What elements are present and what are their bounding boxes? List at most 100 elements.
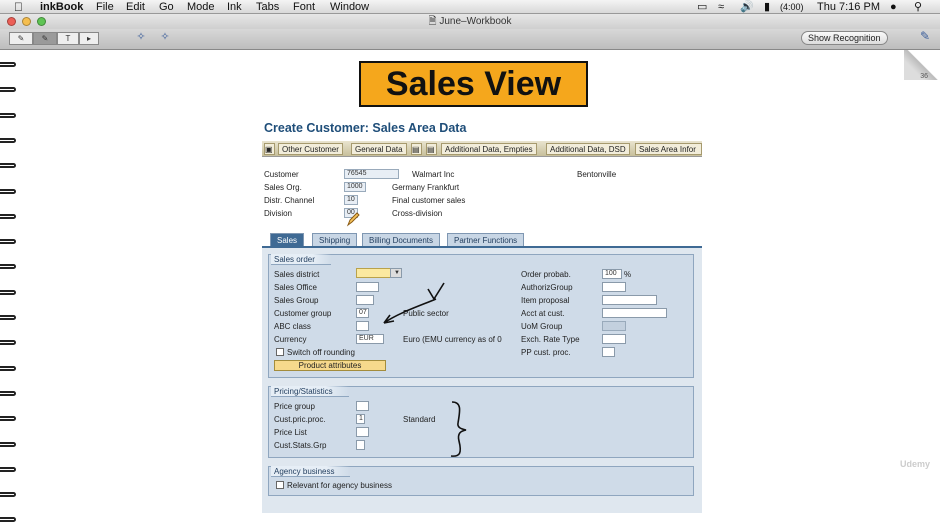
product-attributes-button[interactable]: Product attributes [274, 360, 386, 371]
menu-edit[interactable]: Edit [126, 0, 145, 14]
close-window-button[interactable] [7, 17, 16, 26]
additional-data-dsd-button[interactable]: Additional Data, DSD [546, 143, 630, 155]
relevant-for-agency-business-checkbox[interactable] [276, 481, 284, 489]
cust-stats-grp-field[interactable] [356, 440, 365, 450]
abc-class-field[interactable] [356, 321, 369, 331]
airplay-icon[interactable]: ▭ [697, 0, 707, 14]
price-group-label: Price group [274, 402, 315, 411]
text-tool-button[interactable]: T [57, 32, 79, 45]
tab-content-sales: Sales order Sales district ▼ Sales Offic… [262, 246, 702, 513]
sales-district-label: Sales district [274, 270, 320, 279]
document-icon[interactable]: ▤ [426, 143, 437, 155]
general-data-button[interactable]: General Data [351, 143, 407, 155]
customer-group-field[interactable]: 07 [356, 308, 369, 318]
cust-pric-proc-text: Standard [403, 415, 436, 424]
sales-view-banner: Sales View [359, 61, 588, 107]
binder-ring [0, 112, 16, 118]
volume-icon[interactable]: 🔊 [740, 0, 754, 14]
tab-sales[interactable]: Sales [270, 233, 305, 246]
item-proposal-field[interactable] [602, 295, 657, 305]
sales-org-field[interactable]: 1000 [344, 182, 366, 192]
binder-ring [0, 87, 16, 93]
authoriz-group-field[interactable] [602, 282, 626, 292]
binder-ring [0, 213, 16, 219]
exch-rate-type-label: Exch. Rate Type [521, 335, 580, 344]
tab-partner-functions[interactable]: Partner Functions [447, 233, 525, 246]
sales-org-text: Germany Frankfurt [392, 183, 460, 192]
change-icon[interactable]: ▣ [264, 143, 275, 155]
division-label: Division [264, 209, 293, 218]
minimize-window-button[interactable] [22, 17, 31, 26]
document-icon: 🗎 [428, 16, 437, 27]
pencil-cursor-icon [346, 212, 360, 227]
sales-order-group: Sales order Sales district ▼ Sales Offic… [268, 254, 694, 378]
watermark: Udemy [900, 459, 931, 469]
price-list-field[interactable] [356, 427, 369, 437]
show-recognition-button[interactable]: Show Recognition [801, 31, 888, 45]
pp-cust-proc-field[interactable] [602, 347, 615, 357]
customer-field[interactable]: 76545 [344, 169, 399, 179]
page-number: 36 [920, 73, 928, 80]
save-icon[interactable]: ▤ [411, 143, 422, 155]
binder-ring [0, 390, 16, 396]
menu-tabs[interactable]: Tabs [256, 0, 279, 14]
menu-window[interactable]: Window [330, 0, 369, 14]
menu-mode[interactable]: Mode [187, 0, 215, 14]
exch-rate-type-field[interactable] [602, 334, 626, 344]
currency-text: Euro (EMU currency as of 0 [403, 335, 502, 344]
sap-screen: Create Customer: Sales Area Data ▣ Other… [262, 119, 702, 513]
spotlight-icon[interactable]: ⚲ [914, 0, 922, 14]
binder-ring [0, 466, 16, 472]
currency-field[interactable]: EUR [356, 334, 384, 344]
uom-group-label: UoM Group [521, 322, 563, 331]
ink-settings-icon[interactable]: ✎ [917, 30, 933, 44]
distr-channel-field[interactable]: 10 [344, 195, 358, 205]
zoom-window-button[interactable] [37, 17, 46, 26]
sales-district-dropdown-icon[interactable]: ▼ [390, 268, 402, 278]
apple-icon[interactable]:  [14, 0, 23, 14]
additional-data-empties-button[interactable]: Additional Data, Empties [441, 143, 537, 155]
order-probab-unit: % [624, 270, 632, 279]
highlighter-tool-button[interactable]: ✎ [33, 32, 57, 45]
user-icon[interactable]: ● [890, 0, 897, 14]
binder-ring [0, 137, 16, 143]
binder-ring [0, 239, 16, 245]
order-probab-field[interactable]: 100 [602, 269, 622, 279]
order-probab-label: Order probab. [521, 270, 571, 279]
price-group-field[interactable] [356, 401, 369, 411]
switch-off-rounding-checkbox[interactable] [276, 348, 284, 356]
menu-go[interactable]: Go [159, 0, 174, 14]
sales-area-info-button[interactable]: Sales Area Infor [635, 143, 702, 155]
cust-pric-proc-field[interactable]: 1 [356, 414, 365, 424]
tab-billing-documents[interactable]: Billing Documents [362, 233, 441, 246]
price-list-label: Price List [274, 428, 307, 437]
wifi-icon[interactable]: ≈ [718, 0, 724, 14]
menu-app-name[interactable]: inkBook [40, 0, 83, 14]
other-customer-button[interactable]: Other Customer [278, 143, 343, 155]
tab-shipping[interactable]: Shipping [312, 233, 358, 246]
sales-group-field[interactable] [356, 295, 374, 305]
sales-office-field[interactable] [356, 282, 379, 292]
insert-page-icon[interactable]: ✧ [157, 32, 173, 45]
item-proposal-label: Item proposal [521, 296, 570, 305]
clock[interactable]: Thu 7:16 PM [817, 0, 880, 14]
menu-font[interactable]: Font [293, 0, 315, 14]
pen-tool-button[interactable]: ✎ [9, 32, 33, 45]
acct-at-cust-field[interactable] [602, 308, 667, 318]
ink-arrow-annotation [383, 282, 445, 324]
distr-channel-label: Distr. Channel [264, 196, 315, 205]
binder-ring [0, 264, 16, 270]
pointer-tool-button[interactable]: ▸ [79, 32, 99, 45]
menu-file[interactable]: File [96, 0, 114, 14]
pricing-statistics-group: Pricing/Statistics Price group Cust.pric… [268, 386, 694, 458]
battery-icon[interactable]: ▮ [764, 0, 770, 14]
add-page-icon[interactable]: ✧ [133, 32, 149, 45]
uom-group-field[interactable] [602, 321, 626, 331]
screen-title: Create Customer: Sales Area Data [264, 121, 467, 135]
menu-ink[interactable]: Ink [227, 0, 242, 14]
acct-at-cust-label: Acct at cust. [521, 309, 565, 318]
pp-cust-proc-label: PP cust. proc. [521, 348, 571, 357]
distr-channel-text: Final customer sales [392, 196, 466, 205]
binder-ring [0, 340, 16, 346]
menu-bar:  inkBook File Edit Go Mode Ink Tabs Fon… [0, 0, 940, 14]
